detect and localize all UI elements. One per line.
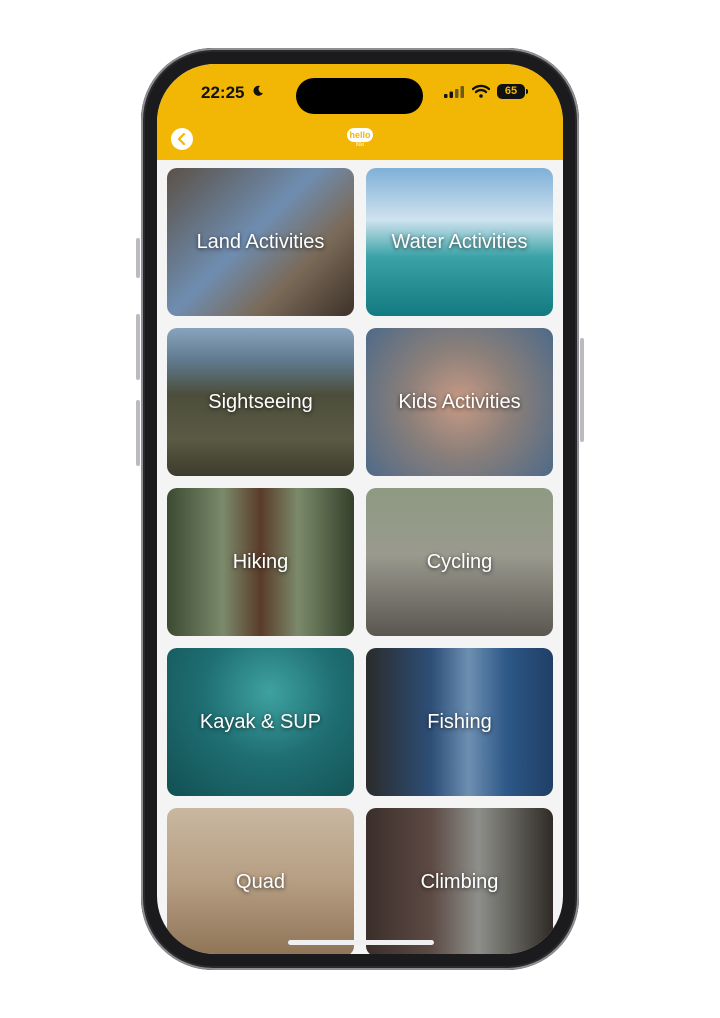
tile-hiking[interactable]: Hiking: [167, 488, 354, 636]
tile-cycling[interactable]: Cycling: [366, 488, 553, 636]
tile-land-activities[interactable]: Land Activities: [167, 168, 354, 316]
home-indicator[interactable]: [288, 940, 434, 945]
tile-label: Climbing: [420, 870, 499, 893]
logo-text: hello: [347, 128, 373, 142]
cellular-signal-icon: [444, 86, 464, 98]
tile-climbing[interactable]: Climbing: [366, 808, 553, 954]
app-logo: hello Kiki: [347, 128, 373, 150]
status-time: 22:25: [201, 83, 245, 102]
action-button: [136, 238, 140, 278]
tile-label: Kids Activities: [398, 390, 521, 413]
volume-down-button: [136, 400, 140, 466]
tile-label: Land Activities: [196, 230, 325, 253]
tile-kids-activities[interactable]: Kids Activities: [366, 328, 553, 476]
logo-subtext: Kiki: [355, 142, 365, 148]
tile-label: Sightseeing: [208, 390, 313, 413]
back-button[interactable]: [171, 128, 193, 150]
tile-label: Water Activities: [391, 230, 528, 253]
battery-icon: 65: [497, 84, 525, 99]
tile-label: Quad: [236, 870, 285, 893]
dynamic-island: [296, 78, 423, 114]
tile-label: Kayak & SUP: [199, 710, 322, 733]
tile-label: Hiking: [232, 550, 289, 573]
power-button: [580, 338, 584, 442]
tile-water-activities[interactable]: Water Activities: [366, 168, 553, 316]
tile-label: Fishing: [427, 710, 492, 733]
app-header: 22:25 65 hello Kiki: [157, 64, 563, 160]
volume-up-button: [136, 314, 140, 380]
battery-cap: [526, 89, 528, 94]
tile-fishing[interactable]: Fishing: [366, 648, 553, 796]
tile-kayak-sup[interactable]: Kayak & SUP: [167, 648, 354, 796]
tile-sightseeing[interactable]: Sightseeing: [167, 328, 354, 476]
tile-quad[interactable]: Quad: [167, 808, 354, 954]
chevron-left-icon: [177, 133, 186, 145]
phone-screen: 22:25 65 hello Kiki Land Activities Wate…: [157, 64, 563, 954]
wifi-icon: [472, 84, 490, 98]
tile-label: Cycling: [426, 550, 493, 573]
moon-icon: [253, 85, 263, 96]
